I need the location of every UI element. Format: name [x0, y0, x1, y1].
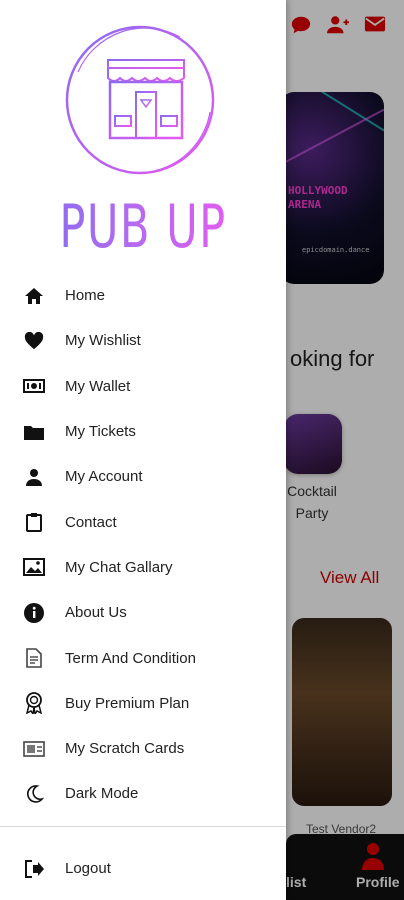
- person-icon: [22, 465, 46, 489]
- drawer-menu: Home My Wishlist My Wallet My Tickets My…: [0, 273, 286, 817]
- menu-item-logout[interactable]: Logout: [0, 846, 286, 891]
- menu-item-label: Term And Condition: [65, 649, 196, 667]
- document-icon: [22, 646, 46, 670]
- menu-item-contact[interactable]: Contact: [0, 499, 286, 544]
- menu-item-premium[interactable]: Buy Premium Plan: [0, 681, 286, 726]
- menu-item-tickets[interactable]: My Tickets: [0, 409, 286, 454]
- menu-divider: [0, 826, 286, 827]
- menu-item-chat-gallery[interactable]: My Chat Gallary: [0, 545, 286, 590]
- menu-item-label: My Tickets: [65, 423, 136, 441]
- menu-item-label: Home: [65, 287, 106, 305]
- menu-item-scratch-cards[interactable]: My Scratch Cards: [0, 726, 286, 771]
- menu-item-wallet[interactable]: My Wallet: [0, 364, 286, 409]
- image-icon: [22, 555, 46, 579]
- logout-icon: [22, 857, 46, 881]
- info-icon: [22, 601, 46, 625]
- scratch-card-icon: [22, 737, 46, 761]
- brand-name: PUB UP: [40, 192, 246, 262]
- menu-item-label: Buy Premium Plan: [65, 694, 190, 712]
- home-icon: [22, 284, 46, 308]
- menu-item-home[interactable]: Home: [0, 273, 286, 318]
- menu-item-label: My Wallet: [65, 377, 131, 395]
- menu-item-terms[interactable]: Term And Condition: [0, 635, 286, 680]
- clipboard-icon: [22, 510, 46, 534]
- menu-item-label: My Wishlist: [65, 332, 141, 350]
- menu-item-label: About Us: [65, 604, 127, 622]
- logout-label: Logout: [65, 860, 111, 878]
- heart-icon: [22, 329, 46, 353]
- menu-item-label: My Scratch Cards: [65, 740, 185, 758]
- pub-logo-icon: [65, 25, 215, 175]
- menu-item-label: My Chat Gallary: [65, 558, 173, 576]
- menu-item-label: Contact: [65, 513, 117, 531]
- wallet-icon: [22, 374, 46, 398]
- menu-item-about[interactable]: About Us: [0, 590, 286, 635]
- navigation-drawer: PUB UP Home My Wishlist My Wallet My Tic…: [0, 0, 286, 900]
- moon-icon: [22, 782, 46, 806]
- award-icon: [22, 691, 46, 715]
- menu-item-account[interactable]: My Account: [0, 454, 286, 499]
- menu-item-label: My Account: [65, 468, 143, 486]
- menu-item-wishlist[interactable]: My Wishlist: [0, 318, 286, 363]
- logout-container: Logout: [0, 846, 286, 891]
- folder-icon: [22, 420, 46, 444]
- menu-item-label: Dark Mode: [65, 785, 139, 803]
- menu-item-dark-mode[interactable]: Dark Mode: [0, 771, 286, 816]
